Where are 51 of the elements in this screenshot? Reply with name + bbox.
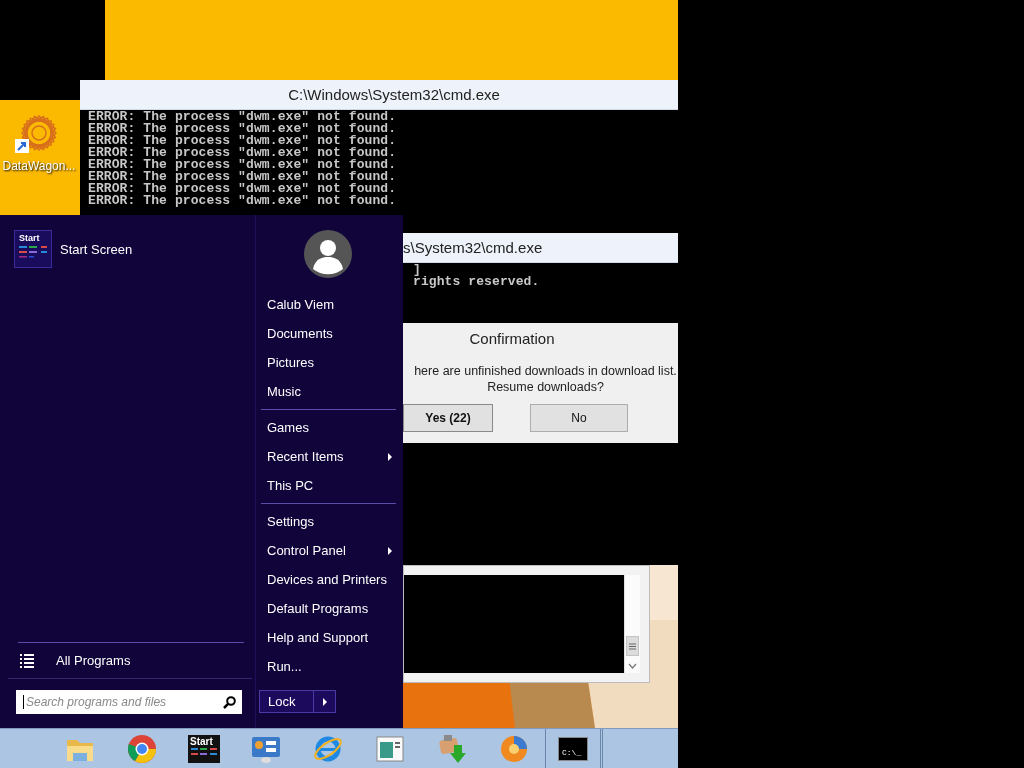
- start-tile-icon[interactable]: Start: [188, 734, 220, 763]
- grip-icon: [629, 642, 636, 650]
- menu-item[interactable]: This PC: [260, 471, 396, 500]
- menu-item[interactable]: All Programs: [20, 643, 137, 678]
- menu-item[interactable]: Default Programs: [260, 594, 396, 623]
- menu-item[interactable]: Run...: [260, 652, 396, 681]
- console-line: ERROR: The process "dwm.exe" not found.: [88, 195, 397, 207]
- menu-item[interactable]: Calub Viem: [260, 290, 396, 319]
- menu-item[interactable]: Documents: [260, 319, 396, 348]
- dialog-message: here are unfinished downloads in download list.: [413, 363, 678, 379]
- tile-label: Start: [19, 233, 41, 243]
- dialog-message: Resume downloads?: [486, 379, 605, 395]
- menu-item[interactable]: Help and Support: [260, 623, 396, 652]
- search-icon[interactable]: [223, 695, 236, 709]
- console-line: ERROR: The process "dwm.exe" not found.: [88, 183, 397, 195]
- menu-item[interactable]: Settings: [260, 507, 396, 536]
- no-button[interactable]: No: [530, 404, 628, 432]
- console-line: ]: [413, 264, 421, 276]
- window-title: C:\Windows\System32\cmd.exe: [80, 80, 678, 110]
- menu-item[interactable]: Devices and Printers: [260, 565, 396, 594]
- caret-right-icon: [388, 452, 392, 461]
- console-icon[interactable]: C:\_: [558, 736, 588, 761]
- menu-item[interactable]: Music: [260, 377, 396, 406]
- console-line: ERROR: The process "dwm.exe" not found.: [88, 111, 397, 123]
- console-line: ERROR: The process "dwm.exe" not found.: [88, 171, 397, 183]
- tile-label: Start: [190, 735, 214, 747]
- console-line: ERROR: The process "dwm.exe" not found.: [88, 123, 397, 135]
- menu-item[interactable]: Pictures: [260, 348, 396, 377]
- browser-icon[interactable]: [126, 732, 158, 765]
- console-line: ERROR: The process "dwm.exe" not found.: [88, 147, 397, 159]
- menu-item[interactable]: Start Start Screen: [14, 230, 139, 268]
- menu-item[interactable]: Control Panel: [260, 536, 396, 565]
- window-title: s\System32\cmd.exe: [403, 233, 678, 263]
- console-line: ERROR: The process "dwm.exe" not found.: [88, 159, 397, 171]
- chevron-down-icon[interactable]: [628, 663, 637, 669]
- caret-right-icon: [322, 697, 327, 706]
- search-field[interactable]: Search programs and files: [16, 690, 242, 714]
- user-avatar-icon[interactable]: [304, 230, 352, 278]
- icon-label: DataWagon...: [2, 159, 76, 173]
- console-line: ERROR: The process "dwm.exe" not found.: [88, 135, 397, 147]
- list-icon: [20, 653, 34, 668]
- scrollbar-thumb[interactable]: [626, 636, 639, 656]
- menu-item[interactable]: Recent Items: [260, 442, 396, 471]
- menu-item[interactable]: Games: [260, 413, 396, 442]
- caret-right-icon: [388, 546, 392, 555]
- icon-text: C:\_: [562, 747, 582, 757]
- color-bars-icon: [19, 245, 47, 261]
- dialog-title: Confirmation: [468, 329, 556, 349]
- yes-button[interactable]: Yes (22): [403, 404, 493, 432]
- scrollbar[interactable]: [624, 575, 640, 673]
- console-line: rights reserved.: [413, 276, 540, 288]
